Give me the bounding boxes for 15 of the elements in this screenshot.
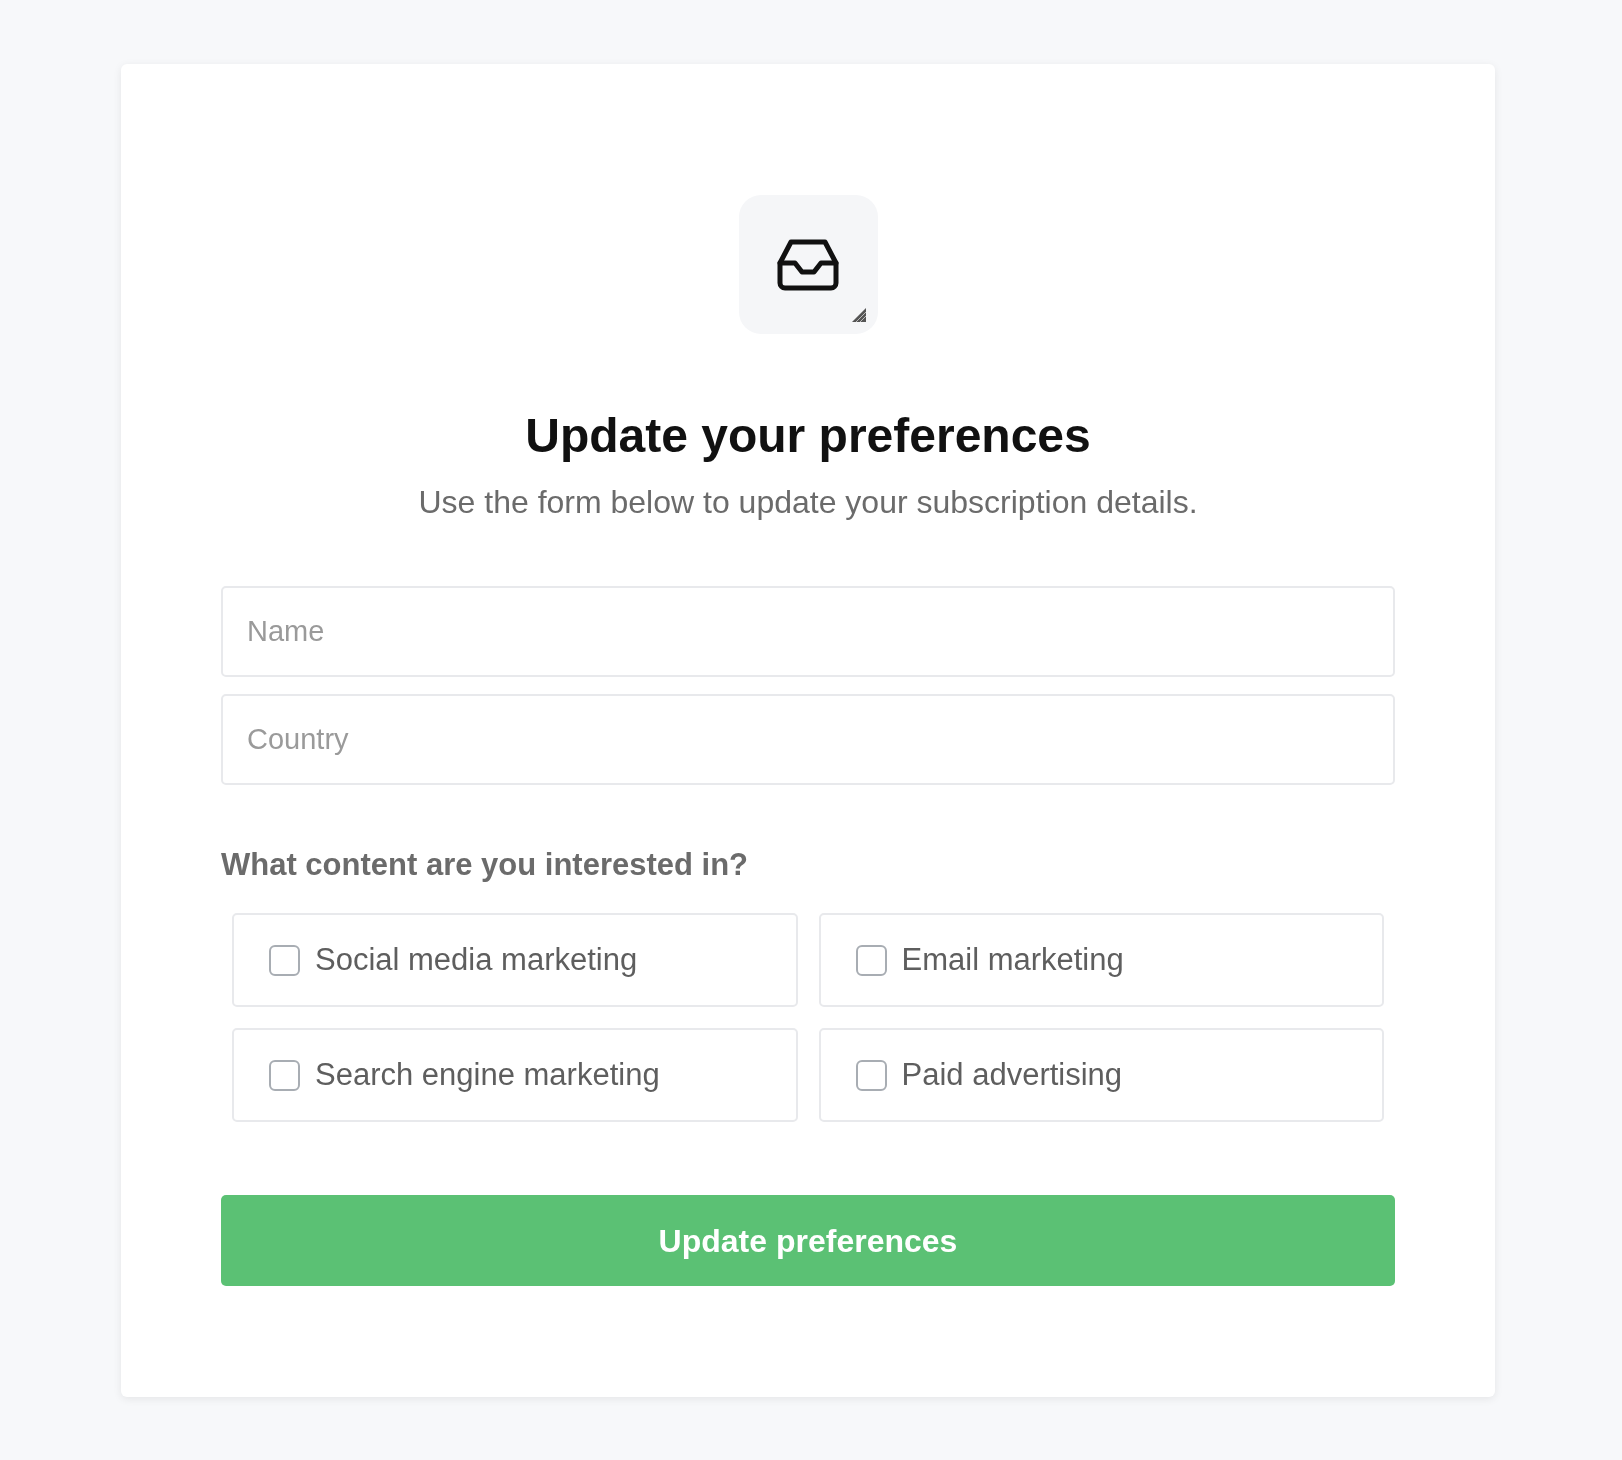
interest-option[interactable]: Email marketing [818,913,1384,1007]
checkbox[interactable] [269,944,300,976]
interest-option[interactable]: Paid advertising [818,1028,1384,1122]
checkbox[interactable] [855,944,887,976]
interests-question: What content are you interested in? [221,846,749,884]
text-input-field[interactable]: Country [221,694,1395,785]
checkbox[interactable] [855,1059,887,1091]
form-title: Update your preferences [525,408,1091,464]
checkbox[interactable] [269,1059,300,1091]
inbox-icon [777,238,839,291]
interest-option[interactable]: Social media marketing [232,913,798,1007]
text-input-field[interactable]: Name [221,586,1395,677]
interest-option[interactable]: Search engine marketing [232,1028,798,1122]
form-subtitle: Use the form below to update your subscription details. [418,483,1198,522]
resize-grip-icon [851,308,866,322]
